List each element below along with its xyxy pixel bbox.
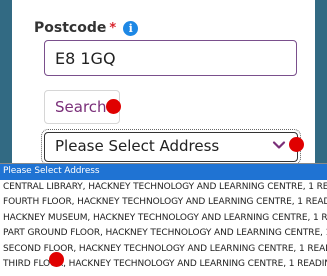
- address-option[interactable]: CENTRAL LIBRARY, HACKNEY TECHNOLOGY AND …: [0, 180, 327, 196]
- address-option[interactable]: FOURTH FLOOR, HACKNEY TECHNOLOGY AND LEA…: [0, 195, 327, 211]
- postcode-input[interactable]: [44, 40, 297, 76]
- click-marker: [106, 99, 121, 114]
- address-option[interactable]: Please Select Address: [0, 164, 327, 180]
- address-option[interactable]: SECOND FLOOR, HACKNEY TECHNOLOGY AND LEA…: [0, 242, 327, 258]
- postcode-label-row: Postcode * i: [34, 18, 139, 38]
- address-select[interactable]: Please Select Address: [41, 129, 301, 165]
- postcode-label: Postcode: [34, 20, 107, 36]
- address-option[interactable]: HACKNEY MUSEUM, HACKNEY TECHNOLOGY AND L…: [0, 211, 327, 227]
- chevron-down-icon[interactable]: [271, 137, 287, 153]
- click-marker: [49, 252, 64, 267]
- address-option[interactable]: PART GROUND FLOOR, HACKNEY TECHNOLOGY AN…: [0, 226, 327, 242]
- click-marker: [289, 137, 304, 152]
- required-marker: *: [109, 20, 117, 36]
- info-icon[interactable]: i: [123, 20, 139, 36]
- address-select-value: Please Select Address: [55, 137, 220, 155]
